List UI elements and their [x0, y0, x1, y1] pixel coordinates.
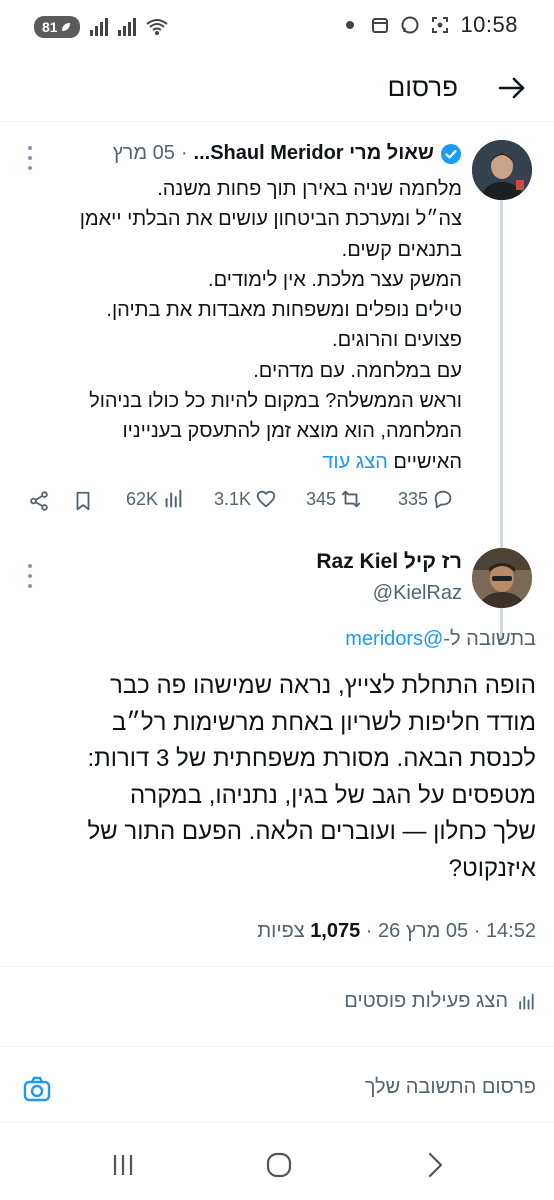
page-title: פרסום: [387, 72, 458, 102]
divider: [0, 1122, 554, 1123]
parent-text-line: וראש הממשלה? במקום להיות כל כולו בניהול: [89, 390, 462, 413]
screenshot-icon: [432, 17, 449, 33]
top-bar: פרסום: [0, 56, 554, 122]
parent-post-text: מלחמה שניה באירן תוך פחות משנה. צה״ל ומע…: [42, 174, 462, 477]
replying-to: בתשובה ל-@meridors: [345, 628, 536, 651]
reply-date: 05 מרץ 26: [378, 920, 469, 942]
parent-text-line: פצועים והרוגים.: [332, 329, 462, 352]
reply-text-line: לכנסת הבאה. מסורת משפחתית של 3 דורות:: [87, 745, 537, 772]
analytics-icon: [519, 993, 534, 1010]
system-nav-bar: [0, 1138, 554, 1188]
reply-composer[interactable]: פרסום התשובה שלך: [0, 1066, 554, 1112]
replying-to-handle[interactable]: @meridors: [345, 628, 443, 650]
divider: [0, 1046, 554, 1047]
replying-to-prefix: בתשובה ל-: [443, 628, 536, 650]
like-count: 3.1K: [214, 488, 252, 509]
reply-handle[interactable]: @KielRaz: [316, 582, 462, 605]
more-options-icon[interactable]: [26, 564, 34, 588]
analytics-icon: [165, 489, 182, 508]
battery-indicator: 81: [34, 16, 80, 38]
parent-action-bar: 335 345 3.1K 62K: [0, 488, 554, 524]
share-icon[interactable]: [28, 490, 50, 512]
views-stat[interactable]: 62K: [126, 488, 184, 510]
whatsapp-icon: [401, 16, 419, 34]
parent-text-line: המלחמה, הוא מוצא זמן להתעסק בענייניו: [122, 420, 462, 443]
parent-text-line: עם במלחמה. עם מדהים.: [253, 359, 462, 382]
like-button[interactable]: 3.1K: [214, 488, 277, 510]
repost-icon: [341, 490, 361, 508]
camera-icon[interactable]: [22, 1074, 52, 1104]
reply-post-text: הופה התחלת לצייץ, נראה שמישהו פה כבר מוד…: [16, 668, 536, 887]
status-time: 10:58: [460, 12, 518, 37]
battery-saver-icon: [61, 23, 70, 31]
signal-icon: [89, 18, 108, 36]
parent-author-line: שאול מרי Shaul Meridor... · 05 מרץ: [113, 142, 462, 165]
reply-button[interactable]: 335: [398, 488, 454, 510]
reply-text-line: הופה התחלת לצייץ, נראה שמישהו פה כבר: [110, 672, 536, 699]
reply-input-placeholder[interactable]: פרסום התשובה שלך: [365, 1076, 536, 1099]
reply-text-line: שלך כחלון — ועוברים הלאה. הפעם התור של: [87, 818, 536, 845]
repost-button[interactable]: 345: [306, 488, 362, 510]
parent-text-line: צה״ל ומערכת הביטחון עושים את הבלתי ייאמן: [79, 208, 462, 231]
heart-icon: [256, 490, 276, 508]
reply-text-line: איזנקוט?: [448, 854, 536, 882]
signal-roaming-icon: [117, 18, 136, 36]
reply-text-line: מטפסים על הגב של בגין, נתניהו, במקרה: [129, 781, 536, 809]
parent-display-name[interactable]: שאול מרי Shaul Meridor...: [194, 142, 434, 165]
reply-views-label: צפיות: [257, 920, 305, 942]
status-bar: 81 10:58: [0, 0, 554, 56]
parent-date: 05 מרץ: [112, 142, 175, 164]
avatar[interactable]: [472, 140, 532, 200]
post-activity-label: הצג פעילות פוסטים: [344, 990, 508, 1012]
reply-display-name[interactable]: רז קיל Raz Kiel: [316, 550, 462, 574]
bookmark-icon[interactable]: [72, 490, 94, 512]
wifi-icon: [145, 19, 168, 35]
verified-badge-icon: [441, 143, 461, 164]
avatar[interactable]: [472, 548, 532, 608]
back-arrow-icon[interactable]: [496, 72, 528, 104]
parent-text-line: המשק עצר מלכת. אין לימודים.: [208, 268, 462, 291]
parent-text-line: מלחמה שניה באירן תוך פחות משנה.: [157, 178, 462, 200]
repost-count: 345: [306, 488, 337, 509]
post-activity-link[interactable]: הצג פעילות פוסטים: [344, 990, 536, 1013]
parent-text-line: טילים נופלים ומשפחות מאבדות את בתיהן.: [106, 299, 462, 322]
reply-author[interactable]: רז קיל Raz Kiel @KielRaz: [316, 550, 462, 605]
parent-post[interactable]: שאול מרי Shaul Meridor... · 05 מרץ מלחמה…: [0, 124, 554, 644]
reply-icon: [434, 490, 452, 509]
calendar-icon: [372, 18, 389, 33]
reply-timestamp-line: 14:52 · 05 מרץ 26 · 1,075 צפיות: [257, 920, 536, 942]
battery-level: 81: [42, 19, 58, 35]
home-icon[interactable]: [264, 1150, 294, 1180]
notification-dot-icon: [346, 21, 355, 29]
divider: [0, 966, 554, 967]
back-icon[interactable]: [420, 1150, 450, 1180]
reply-views-count: 1,075: [310, 920, 361, 942]
reply-time: 14:52: [485, 920, 536, 942]
reply-count: 335: [398, 488, 429, 509]
more-options-icon[interactable]: [26, 146, 34, 170]
parent-text-line: האישיים: [393, 450, 462, 473]
recent-apps-icon[interactable]: [108, 1150, 138, 1180]
views-count: 62K: [126, 488, 159, 509]
reply-text-line: מודד חליפות לשריון באחת מרשימות רל״ב: [112, 708, 536, 736]
parent-text-line: בתנאים קשים.: [341, 238, 462, 261]
show-more-link[interactable]: הצג עוד: [322, 451, 388, 473]
